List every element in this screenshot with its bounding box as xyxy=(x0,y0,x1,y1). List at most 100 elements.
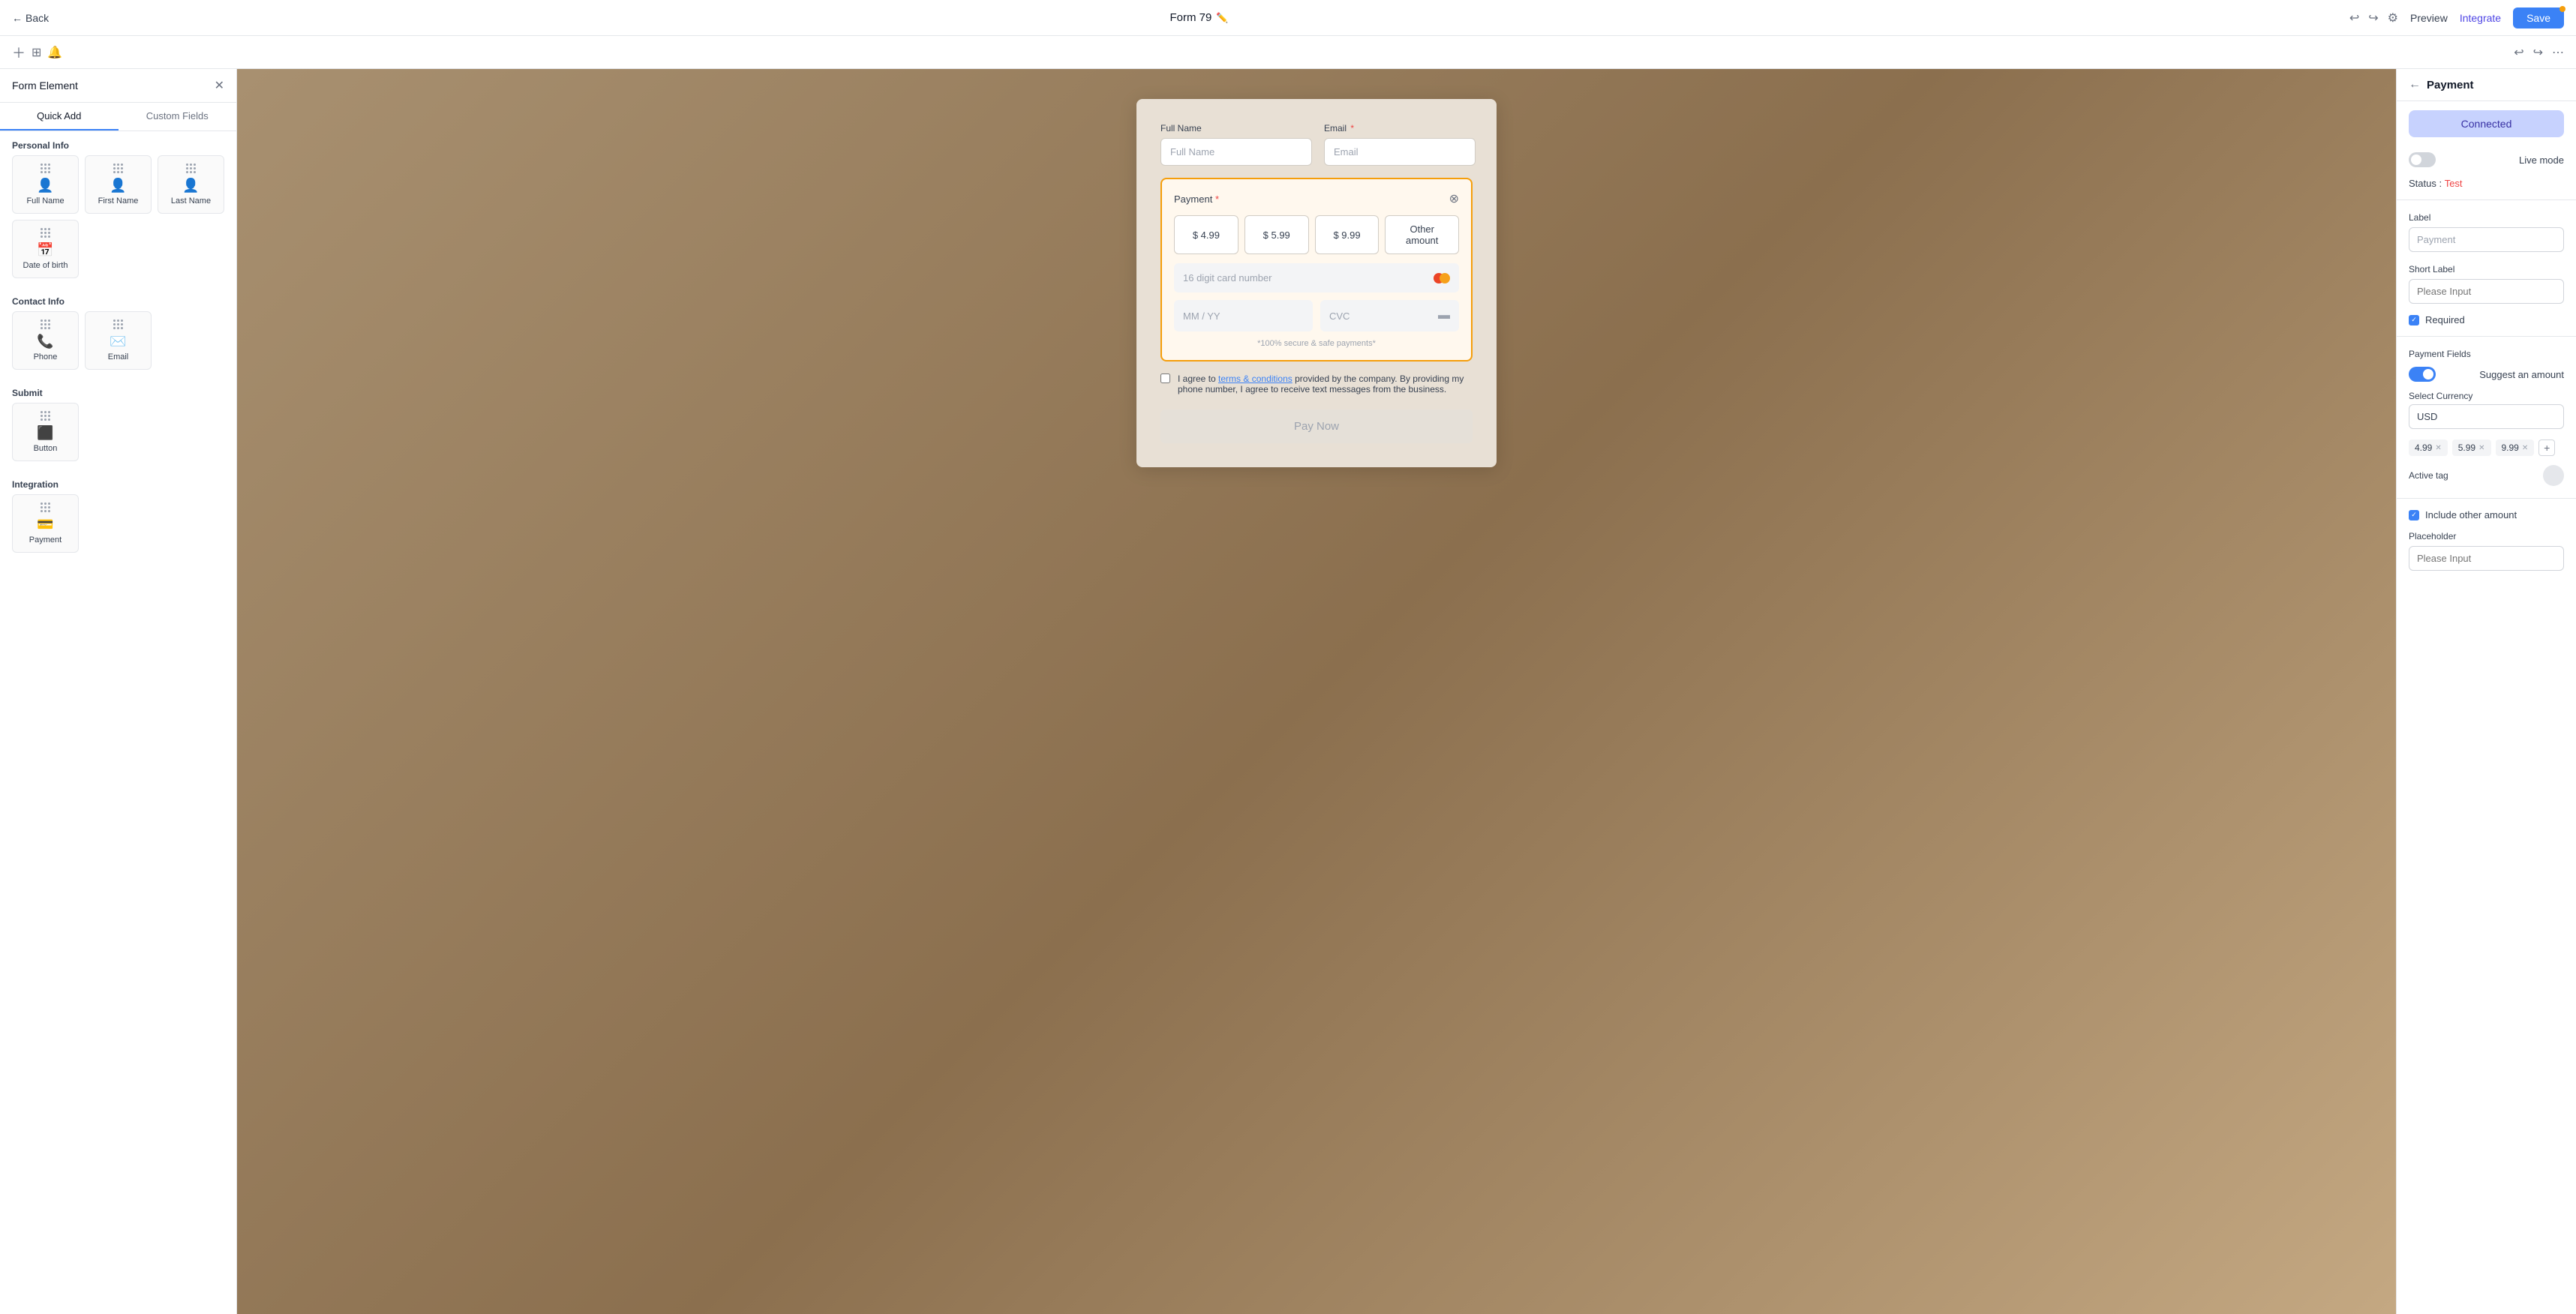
main-layout: Form Element ✕ Quick Add Custom Fields P… xyxy=(0,69,2576,1314)
payment-header: Payment * ⊗ xyxy=(1174,191,1459,206)
notification-dot xyxy=(2559,6,2565,12)
amount-599-button[interactable]: $ 5.99 xyxy=(1244,215,1309,254)
active-tag-button[interactable] xyxy=(2543,465,2564,486)
pay-now-button[interactable]: Pay Now xyxy=(1160,410,1473,443)
element-payment[interactable]: 💳 Payment xyxy=(12,494,79,553)
section-contact-info: Contact Info xyxy=(0,287,236,311)
other-amount-button[interactable]: Other amount xyxy=(1385,215,1459,254)
redo-icon[interactable]: ↪ xyxy=(2368,10,2378,26)
element-phone[interactable]: 📞 Phone xyxy=(12,311,79,370)
save-button[interactable]: Save xyxy=(2513,8,2564,28)
required-label: Required xyxy=(2425,314,2465,326)
settings-icon[interactable]: ⚙ xyxy=(2388,10,2398,26)
required-checkbox[interactable] xyxy=(2409,315,2419,326)
connected-button[interactable]: Connected xyxy=(2409,110,2564,137)
include-other-row: Include other amount xyxy=(2397,505,2576,525)
suggest-amount-row: Suggest an amount xyxy=(2397,361,2576,388)
add-icon[interactable]: ＋ xyxy=(12,43,26,62)
add-amount-button[interactable]: + xyxy=(2538,440,2555,456)
live-mode-toggle[interactable] xyxy=(2409,152,2436,167)
label-field-label: Label xyxy=(2397,206,2576,224)
left-panel-header: Form Element ✕ xyxy=(0,69,236,103)
integrate-button[interactable]: Integrate xyxy=(2460,12,2501,24)
payment-fields-label: Payment Fields xyxy=(2397,343,2576,361)
email-icon: ✉️ xyxy=(110,334,126,350)
personal-info-grid: 👤 Full Name 👤 First Name 👤 Last Name 📅 D… xyxy=(0,155,236,287)
full-name-group: Full Name xyxy=(1160,123,1312,166)
cvc-input[interactable]: CVC ▬ xyxy=(1320,300,1459,332)
tag-499-remove[interactable]: ✕ xyxy=(2435,444,2441,452)
undo2-icon[interactable]: ↩ xyxy=(2514,45,2523,60)
amount-tags: 4.99 ✕ 5.99 ✕ 9.99 ✕ + xyxy=(2397,435,2576,462)
label-input[interactable] xyxy=(2409,227,2564,252)
tab-quick-add[interactable]: Quick Add xyxy=(0,103,119,130)
currency-select[interactable]: USD EUR GBP xyxy=(2409,404,2564,429)
undo-icon[interactable]: ↩ xyxy=(2349,10,2359,26)
top-bar: ← Back Form 79 ✏️ ↩ ↪ ⚙ Preview Integrat… xyxy=(0,0,2576,36)
expiry-input[interactable]: MM / YY xyxy=(1174,300,1313,332)
tag-599-remove[interactable]: ✕ xyxy=(2478,444,2484,452)
tab-bar: Quick Add Custom Fields xyxy=(0,103,236,131)
edit-icon[interactable]: ✏️ xyxy=(1216,12,1228,24)
full-name-input[interactable] xyxy=(1160,138,1312,166)
form-title-area: Form 79 ✏️ xyxy=(1169,11,1228,24)
element-date-of-birth[interactable]: 📅 Date of birth xyxy=(12,220,79,278)
card-row: MM / YY CVC ▬ xyxy=(1174,300,1459,332)
right-panel-title: Payment xyxy=(2427,79,2474,92)
include-other-label: Include other amount xyxy=(2425,509,2517,520)
mastercard-icon xyxy=(1434,273,1450,284)
include-other-checkbox[interactable] xyxy=(2409,510,2419,520)
second-bar: ＋ ⊞ 🔔 ↩ ↪ ⋯ xyxy=(0,36,2576,69)
status-value: Test xyxy=(2445,178,2463,189)
bell-icon[interactable]: 🔔 xyxy=(47,45,62,60)
terms-row: I agree to terms & conditions provided b… xyxy=(1160,374,1473,394)
email-input[interactable] xyxy=(1324,138,1476,166)
more-icon[interactable]: ⋯ xyxy=(2552,45,2564,60)
element-button[interactable]: ⬛ Button xyxy=(12,403,79,461)
redo2-icon[interactable]: ↪ xyxy=(2533,45,2543,60)
element-first-name[interactable]: 👤 First Name xyxy=(85,155,152,214)
tag-999-remove[interactable]: ✕ xyxy=(2522,444,2528,452)
required-row: Required xyxy=(2397,310,2576,330)
element-last-name[interactable]: 👤 Last Name xyxy=(158,155,224,214)
short-label-label: Short Label xyxy=(2397,258,2576,276)
amount-499-button[interactable]: $ 4.99 xyxy=(1174,215,1238,254)
preview-button[interactable]: Preview xyxy=(2410,12,2448,24)
payment-close-button[interactable]: ⊗ xyxy=(1449,191,1459,206)
amount-999-button[interactable]: $ 9.99 xyxy=(1315,215,1380,254)
last-name-icon: 👤 xyxy=(182,178,199,194)
tab-custom-fields[interactable]: Custom Fields xyxy=(119,103,237,130)
element-email[interactable]: ✉️ Email xyxy=(85,311,152,370)
placeholder-input[interactable] xyxy=(2409,546,2564,571)
tag-499: 4.99 ✕ xyxy=(2409,440,2448,456)
payment-section: Payment * ⊗ $ 4.99 $ 5.99 $ 9.99 Other a… xyxy=(1160,178,1473,362)
placeholder-label: Placeholder xyxy=(2397,525,2576,543)
right-panel-header: ← Payment xyxy=(2397,69,2576,101)
status-row: Status : Test xyxy=(2397,173,2576,194)
section-integration: Integration xyxy=(0,470,236,494)
suggest-toggle[interactable] xyxy=(2409,367,2436,382)
cvc-icon: ▬ xyxy=(1438,309,1450,322)
form-card: Full Name Email * Payment * xyxy=(1136,99,1497,467)
terms-checkbox[interactable] xyxy=(1160,374,1170,383)
currency-label: Select Currency xyxy=(2409,391,2564,404)
integration-grid: 💳 Payment xyxy=(0,494,236,562)
card-number-input[interactable]: 16 digit card number xyxy=(1174,263,1459,292)
element-full-name[interactable]: 👤 Full Name xyxy=(12,155,79,214)
back-button[interactable]: ← Back xyxy=(12,12,49,24)
terms-link[interactable]: terms & conditions xyxy=(1218,374,1293,384)
layout-icon[interactable]: ⊞ xyxy=(32,45,41,60)
full-name-label: Full Name xyxy=(1160,123,1312,134)
right-panel-back[interactable]: ← xyxy=(2409,78,2421,92)
name-email-row: Full Name Email * xyxy=(1160,123,1473,166)
left-panel-title: Form Element xyxy=(12,80,78,92)
full-name-icon: 👤 xyxy=(37,178,53,194)
short-label-input[interactable] xyxy=(2409,279,2564,304)
email-group: Email * xyxy=(1324,123,1476,166)
canvas: Full Name Email * Payment * xyxy=(237,69,2396,1314)
left-panel: Form Element ✕ Quick Add Custom Fields P… xyxy=(0,69,237,1314)
phone-icon: 📞 xyxy=(37,334,53,350)
button-icon: ⬛ xyxy=(37,425,53,441)
close-panel-button[interactable]: ✕ xyxy=(215,78,224,93)
first-name-icon: 👤 xyxy=(110,178,126,194)
